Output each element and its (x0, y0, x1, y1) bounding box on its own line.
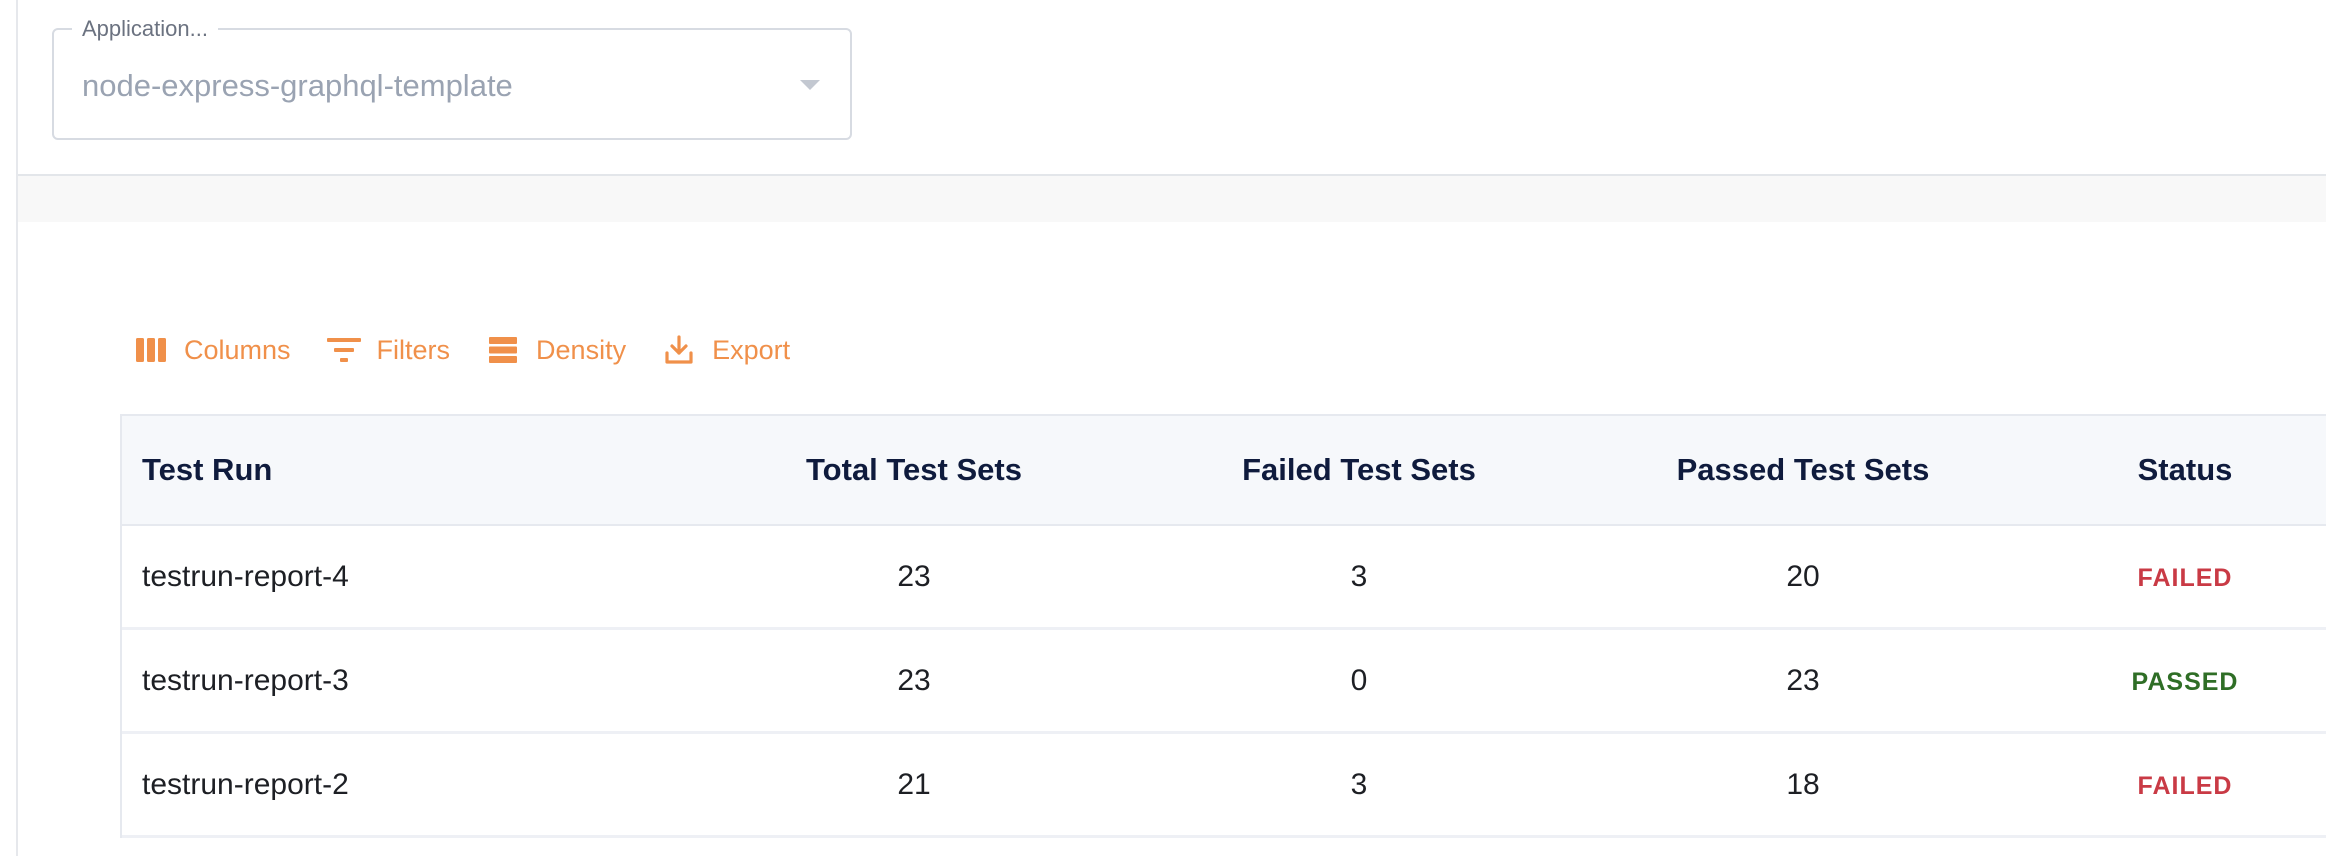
cell-total-test-sets: 23 (897, 664, 931, 697)
export-button[interactable]: Export (662, 333, 790, 367)
application-select[interactable]: Application... node-express-graphql-temp… (52, 14, 852, 140)
cell-failed-test-sets: 3 (1350, 560, 1368, 593)
status-badge: PASSED (2131, 668, 2239, 696)
columns-button[interactable]: Columns (134, 333, 291, 367)
column-header-passed-test-sets[interactable]: Passed Test Sets (1566, 416, 2040, 524)
left-rail (0, 0, 18, 856)
columns-icon (134, 333, 168, 367)
cell-passed-test-sets: 20 (1786, 560, 1820, 593)
cell-total-test-sets: 21 (897, 768, 931, 801)
status-badge: FAILED (2137, 564, 2233, 592)
filter-icon (326, 333, 361, 367)
column-header-status[interactable]: Status (2010, 416, 2326, 524)
chevron-down-icon[interactable] (800, 80, 820, 90)
columns-button-label: Columns (184, 334, 291, 365)
cell-test-run: testrun-report-3 (142, 664, 349, 697)
cell-status: FAILED (2010, 734, 2326, 835)
application-select-label: Application... (72, 14, 218, 44)
cell-failed-test-sets: 3 (1350, 768, 1368, 801)
cell-total-test-sets: 23 (897, 560, 931, 593)
table-row[interactable]: testrun-report-3 23 0 23 PASSED (122, 630, 2326, 734)
table-row[interactable]: testrun-report-4 23 3 20 FAILED (122, 526, 2326, 630)
export-button-label: Export (712, 334, 791, 365)
density-icon (486, 333, 520, 367)
test-runs-table: Test Run Total Test Sets Failed Test Set… (120, 414, 2326, 838)
download-icon (662, 333, 696, 367)
application-select-value: node-express-graphql-template (82, 68, 513, 103)
column-header-total-test-sets[interactable]: Total Test Sets (678, 416, 1150, 524)
cell-passed-test-sets: 23 (1786, 664, 1820, 697)
cell-failed-test-sets: 0 (1350, 664, 1368, 697)
status-badge: FAILED (2137, 772, 2233, 800)
cell-status: FAILED (2010, 526, 2326, 627)
cell-test-run: testrun-report-4 (142, 560, 349, 593)
cell-test-run: testrun-report-2 (142, 768, 349, 801)
cell-passed-test-sets: 18 (1786, 768, 1820, 801)
table-header: Test Run Total Test Sets Failed Test Set… (122, 416, 2326, 526)
column-header-failed-test-sets[interactable]: Failed Test Sets (1122, 416, 1596, 524)
column-header-test-run[interactable]: Test Run (142, 416, 272, 524)
cell-status: PASSED (2010, 630, 2326, 731)
density-button[interactable]: Density (486, 333, 626, 367)
section-separator (18, 176, 2326, 222)
density-button-label: Density (536, 334, 627, 365)
table-row[interactable]: testrun-report-2 21 3 18 FAILED (122, 734, 2326, 838)
filters-button-label: Filters (376, 334, 451, 365)
filters-button[interactable]: Filters (326, 333, 451, 367)
page: Application... node-express-graphql-temp… (0, 0, 2326, 856)
grid-toolbar: Columns Filters Density Export (134, 328, 826, 372)
